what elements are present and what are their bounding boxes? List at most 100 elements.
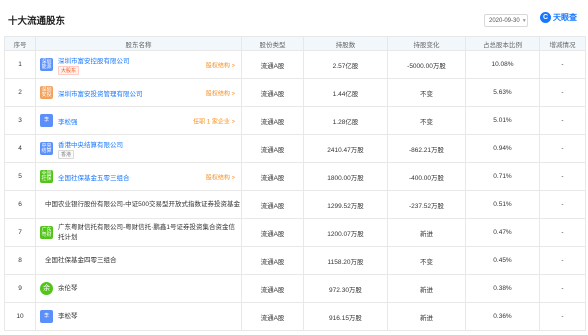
shareholder-tag: 大股东 — [58, 65, 80, 75]
share-ratio: 5.63% — [465, 78, 540, 107]
shareholder-name-group: 全国社保基金四零三组合 — [40, 256, 241, 265]
table-row: 2 深圳安投 深圳市富安投资管理有限公司 股权结构 > 流通A股 1.44亿股 不变 5.63… — [4, 78, 586, 107]
share-type: 流通A股 — [241, 302, 304, 331]
shareholder-table: 序号 股东名称 股份类型 持股数 持股变化 占总股本比例 增减情况 1 深圳能源深… — [4, 36, 586, 331]
share-count: 916.15万股 — [303, 302, 388, 331]
shareholder-name[interactable]: 深圳市富安控股有限公司 — [58, 55, 130, 65]
share-ratio: 0.71% — [465, 162, 540, 191]
col-header-trend: 增减情况 — [539, 36, 586, 51]
share-type: 流通A股 — [241, 218, 304, 247]
chevron-down-icon: ▼ — [521, 17, 527, 24]
table-row: 6 中国农业银行股份有限公司-中证500交易型开放式指数证券投资基金 流通A股 129… — [4, 190, 586, 219]
equity-structure-link[interactable]: 股权结构 > — [206, 60, 235, 69]
shareholder-name: 李松琴 — [58, 312, 78, 320]
share-type: 流通A股 — [241, 246, 304, 275]
date-select-value: 2020-09-30 — [489, 17, 520, 24]
date-select[interactable]: 2020-09-30 ▼ — [484, 14, 528, 27]
row-index: 1 — [4, 50, 36, 79]
share-count: 1299.52万股 — [303, 190, 388, 219]
shareholder-name-stack: 中国农业银行股份有限公司-中证500交易型开放式指数证券投资基金 — [45, 200, 240, 209]
table-row: 7 广东粤财 广东粤财信托有限公司-粤财信托·鹏鑫1号证券投资集合资金信托计划 流通A… — [4, 218, 586, 247]
shareholder-name-stack: 深圳市富安投资管理有限公司 — [58, 88, 143, 98]
share-change: 新进 — [387, 274, 466, 303]
share-count: 1.28亿股 — [303, 106, 388, 135]
share-trend: - — [539, 302, 586, 331]
share-change: 新进 — [387, 302, 466, 331]
row-index: 3 — [4, 106, 36, 135]
share-ratio: 0.45% — [465, 246, 540, 275]
table-row: 5 全国社保 全国社保基金五零三组合 股权结构 > 流通A股 1800.00万股 -400.… — [4, 162, 586, 191]
share-ratio: 0.47% — [465, 218, 540, 247]
share-change: 不变 — [387, 106, 466, 135]
equity-structure-link[interactable]: 任职 1 家企业 > — [193, 116, 235, 125]
row-index: 9 — [4, 274, 36, 303]
row-index: 6 — [4, 190, 36, 219]
shareholder-name-stack: 李松强 — [58, 116, 78, 126]
shareholder-avatar: 余 — [40, 282, 53, 295]
col-header-index: 序号 — [4, 36, 36, 51]
shareholder-cell: 深圳安投 深圳市富安投资管理有限公司 股权结构 > — [35, 78, 242, 107]
share-type: 流通A股 — [241, 106, 304, 135]
share-trend: - — [539, 106, 586, 135]
share-change: 新进 — [387, 218, 466, 247]
shareholder-avatar: 中央结算 — [40, 142, 53, 155]
logo-icon: C — [540, 12, 551, 23]
equity-structure-link[interactable]: 股权结构 > — [206, 88, 235, 97]
shareholder-avatar: 全国社保 — [40, 170, 53, 183]
table-header-row: 序号 股东名称 股份类型 持股数 持股变化 占总股本比例 增减情况 — [4, 36, 586, 51]
share-type: 流通A股 — [241, 78, 304, 107]
shareholder-cell: 李李松琴 — [35, 302, 242, 331]
shareholder-name[interactable]: 香港中央结算有限公司 — [58, 139, 123, 149]
share-count: 1.44亿股 — [303, 78, 388, 107]
shareholder-cell: 中国农业银行股份有限公司-中证500交易型开放式指数证券投资基金 — [35, 190, 242, 219]
row-index: 4 — [4, 134, 36, 163]
section-title: 十大流通股东 — [8, 16, 66, 27]
shareholder-name-stack: 广东粤财信托有限公司-粤财信托·鹏鑫1号证券投资集合资金信托计划 — [58, 223, 241, 241]
shareholder-name[interactable]: 全国社保基金五零三组合 — [58, 172, 130, 182]
equity-structure-link[interactable]: 股权结构 > — [206, 172, 235, 181]
share-change: -862.21万股 — [387, 134, 466, 163]
share-trend: - — [539, 274, 586, 303]
table-row: 3 李李松强 任职 1 家企业 > 流通A股 1.28亿股 不变 5.01% - — [4, 106, 586, 135]
shareholder-cell: 中央结算 香港中央结算有限公司 香港 — [35, 134, 242, 163]
col-header-type: 股份类型 — [241, 36, 304, 51]
share-type: 流通A股 — [241, 274, 304, 303]
share-change: -237.52万股 — [387, 190, 466, 219]
shareholder-name-group: 广东粤财 广东粤财信托有限公司-粤财信托·鹏鑫1号证券投资集合资金信托计划 — [40, 223, 241, 241]
shareholder-name-stack: 香港中央结算有限公司 香港 — [58, 139, 123, 159]
share-ratio: 0.38% — [465, 274, 540, 303]
shareholder-cell: 李李松强 任职 1 家企业 > — [35, 106, 242, 135]
logo-text: 天眼查 — [553, 13, 577, 22]
share-type: 流通A股 — [241, 190, 304, 219]
share-type: 流通A股 — [241, 162, 304, 191]
share-trend: - — [539, 190, 586, 219]
share-change: 不变 — [387, 78, 466, 107]
shareholder-name-stack: 李松琴 — [58, 312, 78, 321]
shareholder-name: 广东粤财信托有限公司-粤财信托·鹏鑫1号证券投资集合资金信托计划 — [58, 224, 235, 241]
shareholder-name-stack: 全国社保基金五零三组合 — [58, 172, 130, 182]
shareholder-avatar: 深圳安投 — [40, 86, 53, 99]
shareholder-name: 中国农业银行股份有限公司-中证500交易型开放式指数证券投资基金 — [45, 200, 241, 208]
shareholder-name-group: 余余伦琴 — [40, 282, 241, 295]
share-ratio: 5.01% — [465, 106, 540, 135]
table-row: 4 中央结算 香港中央结算有限公司 香港 流通A股 2410.47万股 -862.21万股 0… — [4, 134, 586, 163]
shareholder-avatar: 李 — [40, 310, 53, 323]
col-header-shares: 持股数 — [303, 36, 388, 51]
row-index: 8 — [4, 246, 36, 275]
share-ratio: 0.94% — [465, 134, 540, 163]
shareholder-name[interactable]: 深圳市富安投资管理有限公司 — [58, 88, 143, 98]
share-type: 流通A股 — [241, 50, 304, 79]
share-change: 不变 — [387, 246, 466, 275]
shareholder-cell: 全国社保基金四零三组合 — [35, 246, 242, 275]
share-ratio: 0.51% — [465, 190, 540, 219]
share-count: 1800.00万股 — [303, 162, 388, 191]
shareholder-name-stack: 余伦琴 — [58, 284, 78, 293]
shareholder-name[interactable]: 李松强 — [58, 116, 78, 126]
col-header-ratio: 占总股本比例 — [465, 36, 540, 51]
shareholder-cell: 全国社保 全国社保基金五零三组合 股权结构 > — [35, 162, 242, 191]
shareholder-name-group: 李李松琴 — [40, 310, 241, 323]
shareholder-tag: 香港 — [58, 149, 75, 159]
share-change: -5000.00万股 — [387, 50, 466, 79]
shareholder-name-stack: 深圳市富安控股有限公司 大股东 — [58, 55, 130, 75]
share-count: 1200.07万股 — [303, 218, 388, 247]
